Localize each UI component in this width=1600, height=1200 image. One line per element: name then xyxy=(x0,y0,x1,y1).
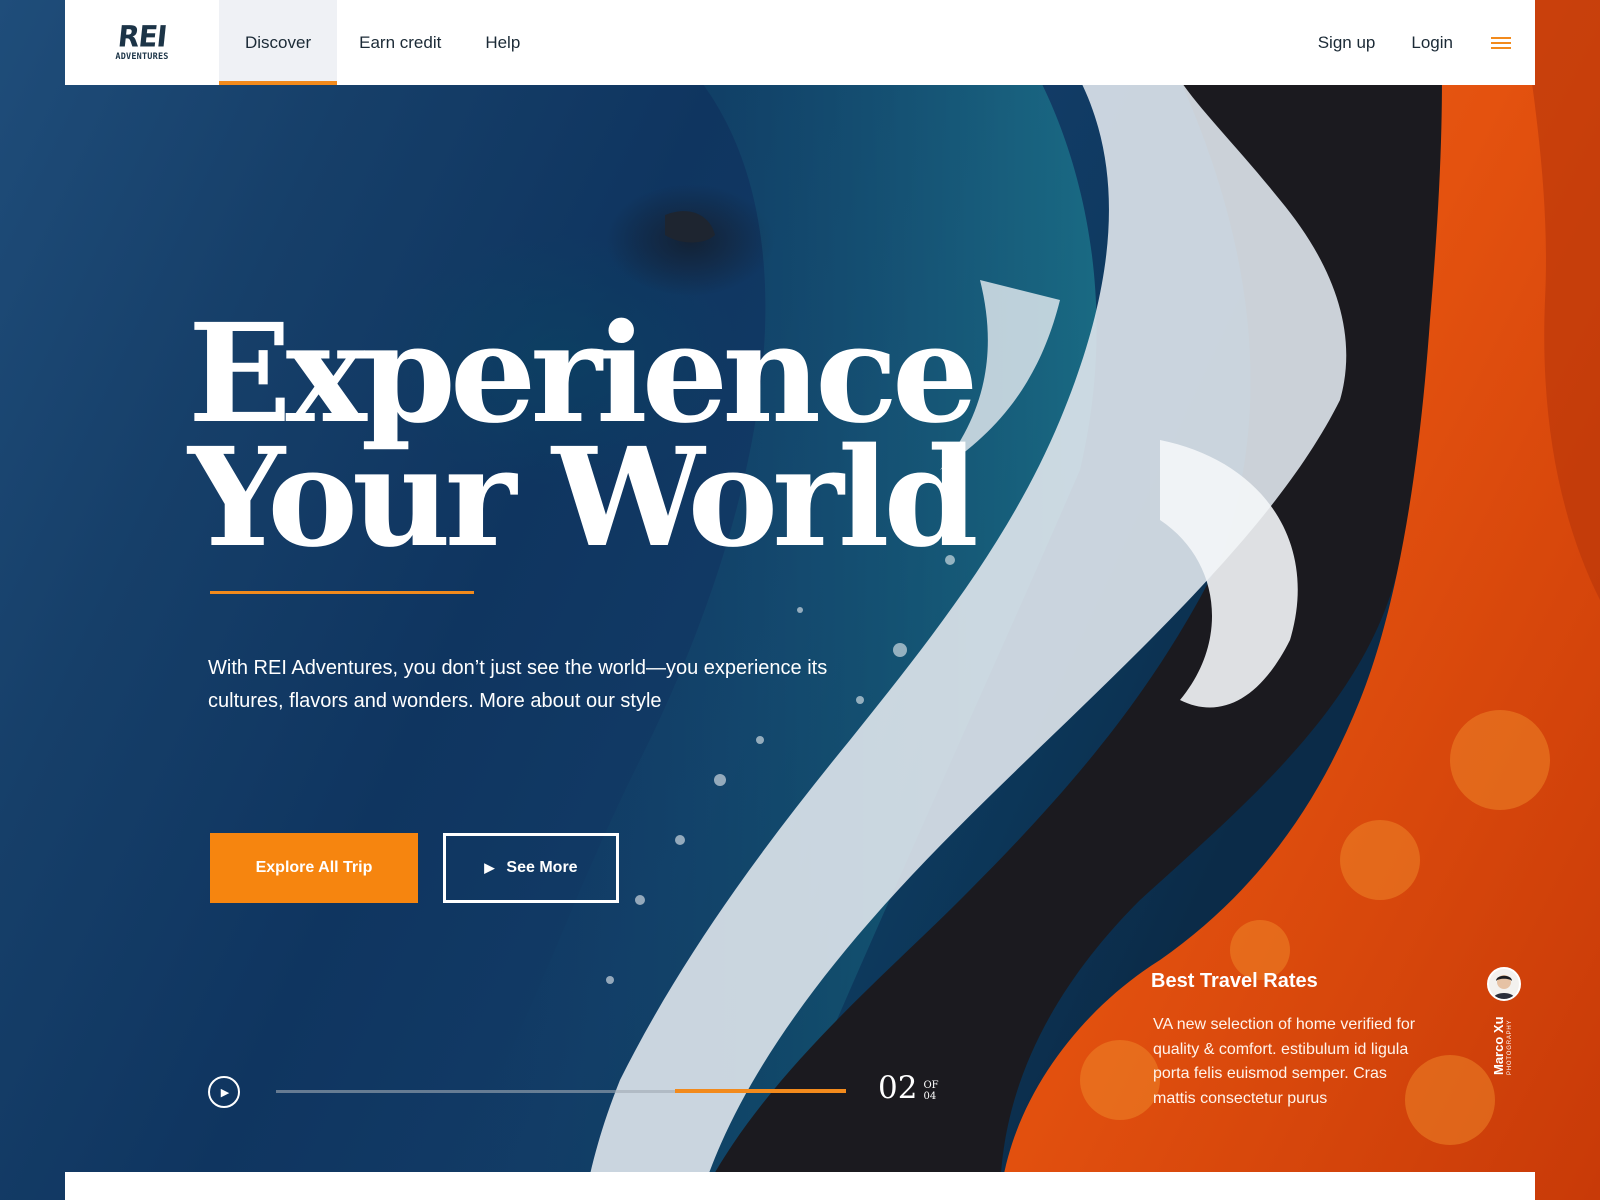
see-more-label: See More xyxy=(506,859,578,876)
slide-counter: 02 OF 04 xyxy=(878,1071,939,1105)
play-triangle-icon: ▶ xyxy=(484,860,495,875)
slider-progress-track[interactable] xyxy=(276,1089,846,1093)
photographer-role: PHOTOGRAPHY xyxy=(1507,1019,1513,1075)
slide-of-label: OF xyxy=(923,1080,939,1091)
card-text: VA new selection of home verified for qu… xyxy=(1153,1016,1416,1107)
logo-mark: REI xyxy=(116,18,168,54)
nav-item-help[interactable]: Help xyxy=(463,0,542,85)
nav-item-discover[interactable]: Discover xyxy=(219,0,338,85)
hamburger-menu-icon[interactable] xyxy=(1491,36,1511,49)
headline-underline xyxy=(210,591,474,594)
explore-all-trip-button[interactable]: Explore All Trip xyxy=(210,833,418,903)
login-link[interactable]: Login xyxy=(1411,33,1453,53)
photographer-name: Marco Xu xyxy=(1491,1016,1506,1075)
hero-intro-text: With REI Adventures, you don’t just see … xyxy=(208,657,828,712)
card-title: Best Travel Rates xyxy=(1151,970,1318,992)
top-navbar: REI ADVENTURES Discover Earn credit Help… xyxy=(65,0,1535,85)
nav-item-earn-credit[interactable]: Earn credit xyxy=(337,0,463,85)
see-more-button[interactable]: ▶ See More xyxy=(443,833,619,903)
hero-headline: Experience Your World xyxy=(188,306,979,578)
account-nav: Sign up Login xyxy=(1282,0,1535,85)
photographer-avatar[interactable] xyxy=(1487,967,1521,1001)
primary-nav: Discover Earn credit Help xyxy=(219,0,542,85)
slide-current: 02 xyxy=(878,1070,918,1106)
slide-total: 04 xyxy=(923,1091,937,1102)
content-sheet-edge xyxy=(65,1172,1535,1200)
photographer-credit: Marco Xu PHOTOGRAPHY xyxy=(1488,1015,1522,1075)
hero-headline-line-2: Your World xyxy=(188,418,979,578)
slider-progress-fill xyxy=(675,1089,846,1093)
play-circle-icon[interactable]: ▶ xyxy=(208,1076,240,1108)
signup-link[interactable]: Sign up xyxy=(1318,33,1376,53)
person-avatar-icon xyxy=(1489,969,1519,999)
brand-logo[interactable]: REI ADVENTURES xyxy=(65,0,219,85)
